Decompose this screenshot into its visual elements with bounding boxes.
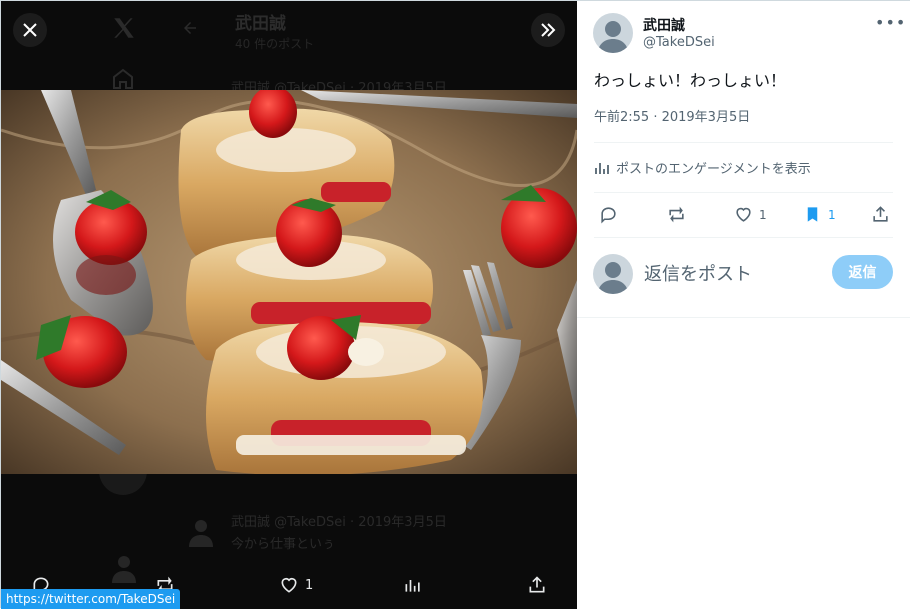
- ghost-avatar-icon: [189, 520, 213, 547]
- share-icon: [873, 206, 888, 222]
- reply-submit-button[interactable]: 返信: [832, 255, 893, 289]
- author-name[interactable]: 武田誠: [643, 15, 685, 35]
- ghost-post-count: 40 件のポスト: [235, 37, 315, 51]
- close-icon: [23, 23, 37, 37]
- double-chevron-right-icon: [541, 23, 556, 37]
- tweet-timestamp[interactable]: 午前2:55 · 2019年3月5日: [594, 106, 750, 125]
- analytics-icon: [595, 162, 609, 174]
- ghost-title: 武田誠: [235, 14, 286, 34]
- reply-button[interactable]: [599, 205, 618, 224]
- media-viewer: 武田誠 40 件のポスト 武田誠 @TakeDSei · 2019年3月5日 武…: [1, 1, 577, 609]
- home-icon: [113, 68, 133, 89]
- close-button[interactable]: [13, 13, 47, 47]
- viewer-like-count: 1: [305, 577, 314, 593]
- reply-input[interactable]: 返信をポスト: [644, 260, 752, 286]
- bookmark-count: 1: [828, 207, 836, 222]
- repost-icon: [669, 206, 684, 223]
- engagement-link[interactable]: ポストのエンゲージメントを表示: [594, 158, 811, 177]
- x-logo-icon: [114, 18, 134, 38]
- author-handle[interactable]: @TakeDSei: [643, 35, 715, 50]
- author-avatar[interactable]: [593, 13, 633, 53]
- my-avatar[interactable]: [593, 254, 633, 294]
- back-arrow-icon: [184, 22, 196, 34]
- more-options-icon[interactable]: •••: [875, 13, 906, 32]
- engagement-label: ポストのエンゲージメントを表示: [616, 162, 811, 177]
- bar-chart-icon: [405, 580, 420, 592]
- viewer-views-button[interactable]: [403, 575, 423, 595]
- ghost-row-2-text: 今から仕事といぅ: [231, 537, 336, 552]
- expand-panel-button[interactable]: [531, 13, 565, 47]
- like-count: 1: [759, 207, 767, 222]
- bookmark-button[interactable]: 1: [803, 205, 836, 224]
- heart-icon: [281, 577, 297, 593]
- share-button[interactable]: [871, 205, 890, 224]
- divider: [594, 142, 893, 143]
- photo-image: [1, 90, 577, 474]
- app-window: 武田誠 40 件のポスト 武田誠 @TakeDSei · 2019年3月5日 武…: [0, 0, 910, 609]
- tweet-detail-pane: 武田誠 @TakeDSei ••• わっしょい！わっしょい！ 午前2:55 · …: [577, 1, 910, 609]
- link-status-bar: https://twitter.com/TakeDSei: [1, 589, 181, 609]
- reply-icon: [601, 207, 616, 224]
- tweet-text: わっしょい！わっしょい！: [594, 71, 787, 90]
- divider: [577, 317, 910, 318]
- divider: [594, 192, 893, 193]
- repost-button[interactable]: [667, 205, 686, 224]
- bookmark-filled-icon: [807, 207, 818, 222]
- viewer-like-button[interactable]: 1: [279, 575, 313, 595]
- share-icon: [529, 576, 545, 593]
- heart-icon: [736, 207, 751, 222]
- default-avatar-icon: [598, 262, 628, 294]
- ghost-row-2: 武田誠 @TakeDSei · 2019年3月5日: [231, 515, 447, 530]
- default-avatar-icon: [598, 21, 628, 53]
- divider: [594, 237, 893, 238]
- viewer-share-button[interactable]: [527, 575, 547, 595]
- like-button[interactable]: 1: [734, 205, 767, 224]
- post-photo[interactable]: [1, 90, 577, 474]
